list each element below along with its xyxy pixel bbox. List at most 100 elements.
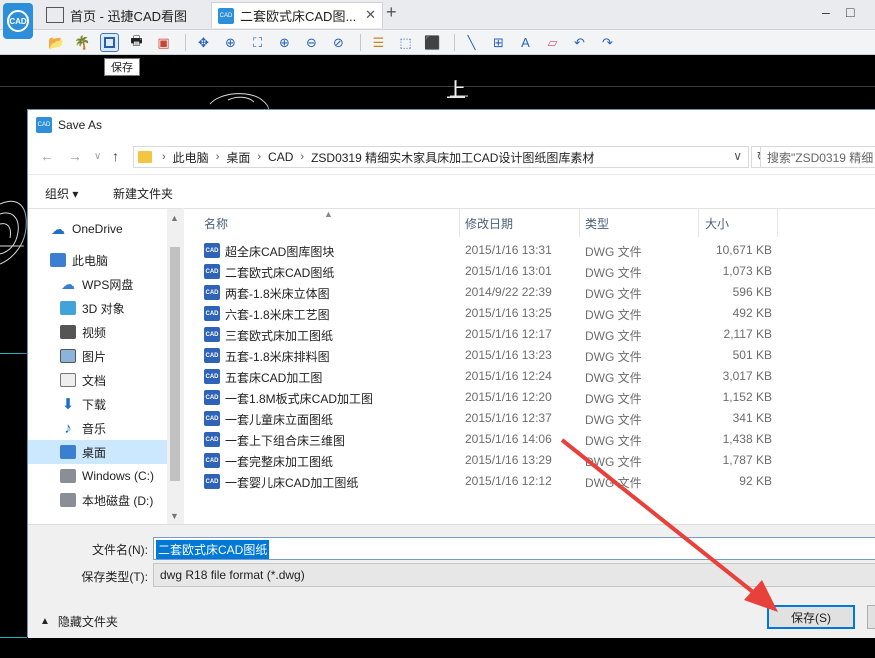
nav-item-3d-objects[interactable]: 3D 对象	[28, 296, 167, 320]
nav-item-onedrive[interactable]: ☁ OneDrive	[28, 217, 167, 241]
new-tab-button[interactable]: +	[386, 2, 397, 23]
save-button[interactable]: 保存(S)	[767, 605, 855, 629]
dialog-titlebar[interactable]: CAD Save As	[28, 110, 875, 140]
command-bar: 组织 ▾ 新建文件夹	[28, 174, 875, 208]
chevron-right-icon[interactable]: ›	[300, 151, 304, 163]
zoom-extents-icon[interactable]: ⛶	[248, 33, 267, 52]
tab-home[interactable]: 首页 - 迅捷CAD看图	[40, 2, 208, 28]
export-pdf-icon[interactable]: ▣	[154, 33, 173, 52]
nav-item-drive-c[interactable]: Windows (C:)	[28, 464, 167, 488]
redo-icon[interactable]: ↷	[598, 33, 617, 52]
measure-line-icon[interactable]: ╲	[462, 33, 481, 52]
new-folder-button[interactable]: 新建文件夹	[113, 185, 173, 202]
forward-arrow-icon[interactable]: →	[68, 148, 82, 164]
column-divider[interactable]	[459, 209, 460, 237]
save-icon[interactable]	[100, 33, 119, 52]
print-icon[interactable]: 🖶	[127, 33, 146, 52]
zoom-out-icon[interactable]: ⊖	[302, 33, 321, 52]
column-header-name[interactable]: 名称	[204, 215, 228, 232]
file-size: 341 KB	[732, 411, 772, 425]
eraser-icon[interactable]: ▱	[543, 33, 562, 52]
file-type: DWG 文件	[585, 245, 642, 259]
pan-icon[interactable]: ✥	[194, 33, 213, 52]
up-arrow-icon[interactable]: ↑	[112, 148, 119, 164]
dwg-file-icon: CAD	[204, 285, 220, 300]
column-divider[interactable]	[579, 209, 580, 237]
file-row[interactable]: CAD 五套-1.8米床排料图 2015/1/16 13:23 DWG 文件 501 K…	[202, 345, 772, 366]
file-row[interactable]: CAD 二套欧式床CAD图纸 2015/1/16 13:01 DWG 文件 1,073 …	[202, 261, 772, 282]
search-input[interactable]: 搜索"ZSD0319 精细	[760, 146, 875, 168]
breadcrumb-item[interactable]: ZSD0319 精细实木家具床加工CAD设计图纸图库素材	[311, 149, 594, 166]
file-type: DWG 文件	[585, 371, 642, 385]
hide-folders-toggle[interactable]: ▲ 隐藏文件夹	[40, 613, 118, 630]
column-divider[interactable]	[777, 209, 778, 237]
file-row[interactable]: CAD 一套婴儿床CAD加工图纸 2015/1/16 12:12 DWG 文件 92 K…	[202, 471, 772, 492]
chevron-right-icon[interactable]: ›	[216, 151, 220, 163]
file-name: 五套床CAD加工图	[225, 371, 323, 385]
dwg-file-icon: CAD	[204, 432, 220, 447]
nav-scrollbar[interactable]: ▲ ▼	[167, 209, 183, 525]
3d-view-icon[interactable]: ⬚	[396, 33, 415, 52]
close-icon[interactable]: ✕	[365, 7, 376, 23]
nav-item-pictures[interactable]: 图片	[28, 344, 167, 368]
zoom-window-icon[interactable]: ⊕	[221, 33, 240, 52]
nav-item-drive-d[interactable]: 本地磁盘 (D:)	[28, 488, 167, 512]
file-row[interactable]: CAD 三套欧式床加工图纸 2015/1/16 12:17 DWG 文件 2,117 K…	[202, 324, 772, 345]
text-annotation-icon[interactable]: A	[516, 33, 535, 52]
picture-icon	[60, 349, 76, 363]
file-modified: 2015/1/16 13:31	[465, 243, 552, 257]
organize-button[interactable]: 组织 ▾	[45, 185, 78, 202]
chevron-down-icon[interactable]: ∨	[733, 149, 742, 163]
file-row[interactable]: CAD 五套床CAD加工图 2015/1/16 12:24 DWG 文件 3,017 K…	[202, 366, 772, 387]
tab-file[interactable]: CAD 二套欧式床CAD图... ✕	[211, 2, 383, 28]
address-bar[interactable]: › 此电脑 › 桌面 › CAD › ZSD0319 精细实木家具床加工CAD设…	[133, 146, 749, 168]
scroll-down-icon[interactable]: ▼	[170, 511, 179, 521]
nav-item-wps[interactable]: ☁ WPS网盘	[28, 272, 167, 296]
file-type: DWG 文件	[585, 329, 642, 343]
chevron-right-icon[interactable]: ›	[257, 151, 261, 163]
column-header-type[interactable]: 类型	[585, 215, 609, 232]
chevron-right-icon[interactable]: ›	[162, 151, 166, 163]
filename-field[interactable]: 二套欧式床CAD图纸	[153, 537, 875, 560]
cancel-button[interactable]	[867, 605, 875, 629]
nav-item-label: 视频	[82, 325, 107, 340]
nav-item-videos[interactable]: 视频	[28, 320, 167, 344]
nav-item-desktop[interactable]: 桌面	[28, 440, 167, 464]
breadcrumb-item[interactable]: 桌面	[226, 149, 250, 166]
scrollbar-thumb[interactable]	[170, 247, 180, 481]
recent-locations-icon[interactable]: ∨	[94, 151, 101, 162]
app-logo[interactable]: CAD	[3, 3, 33, 39]
nav-item-music[interactable]: ♪ 音乐	[28, 416, 167, 440]
file-row[interactable]: CAD 六套-1.8米床工艺图 2015/1/16 13:25 DWG 文件 492 K…	[202, 303, 772, 324]
zoom-previous-icon[interactable]: ⊘	[329, 33, 348, 52]
file-row[interactable]: CAD 一套儿童床立面图纸 2015/1/16 12:37 DWG 文件 341 KB	[202, 408, 772, 429]
file-row[interactable]: CAD 超全床CAD图库图块 2015/1/16 13:31 DWG 文件 10,671…	[202, 240, 772, 261]
file-row[interactable]: CAD 一套上下组合床三维图 2015/1/16 14:06 DWG 文件 1,438 …	[202, 429, 772, 450]
layers-icon[interactable]: ☰	[369, 33, 388, 52]
column-divider[interactable]	[698, 209, 699, 237]
column-header-size[interactable]: 大小	[705, 215, 729, 232]
column-header-modified[interactable]: 修改日期	[465, 215, 513, 232]
measure-area-icon[interactable]: ⊞	[489, 33, 508, 52]
filetype-select[interactable]: dwg R18 file format (*.dwg)	[153, 563, 875, 587]
scroll-up-icon[interactable]: ▲	[170, 213, 179, 223]
file-row[interactable]: CAD 两套-1.8米床立体图 2014/9/22 22:39 DWG 文件 596 K…	[202, 282, 772, 303]
nav-item-this-pc[interactable]: 此电脑	[28, 248, 167, 272]
file-row[interactable]: CAD 一套1.8M板式床CAD加工图 2015/1/16 12:20 DWG 文件 1…	[202, 387, 772, 408]
file-row[interactable]: CAD 一套完整床加工图纸 2015/1/16 13:29 DWG 文件 1,787 K…	[202, 450, 772, 471]
file-size: 2,117 KB	[723, 327, 772, 341]
open-folder-icon[interactable]: 📂	[47, 33, 66, 52]
maximize-button[interactable]: □	[846, 4, 854, 20]
cube-icon[interactable]: ⬛	[423, 33, 442, 52]
palm-tree-icon[interactable]: 🌴	[73, 33, 92, 52]
hide-folders-label: 隐藏文件夹	[57, 615, 118, 629]
nav-item-documents[interactable]: 文档	[28, 368, 167, 392]
zoom-in-icon[interactable]: ⊕	[275, 33, 294, 52]
breadcrumb-item[interactable]: CAD	[268, 150, 293, 164]
undo-icon[interactable]: ↶	[570, 33, 589, 52]
back-arrow-icon[interactable]: ←	[40, 148, 54, 164]
nav-item-label: 本地磁盘 (D:)	[82, 493, 154, 508]
nav-item-downloads[interactable]: ⬇ 下载	[28, 392, 167, 416]
breadcrumb-item[interactable]: 此电脑	[173, 149, 209, 166]
minimize-button[interactable]: ‒	[822, 4, 830, 20]
